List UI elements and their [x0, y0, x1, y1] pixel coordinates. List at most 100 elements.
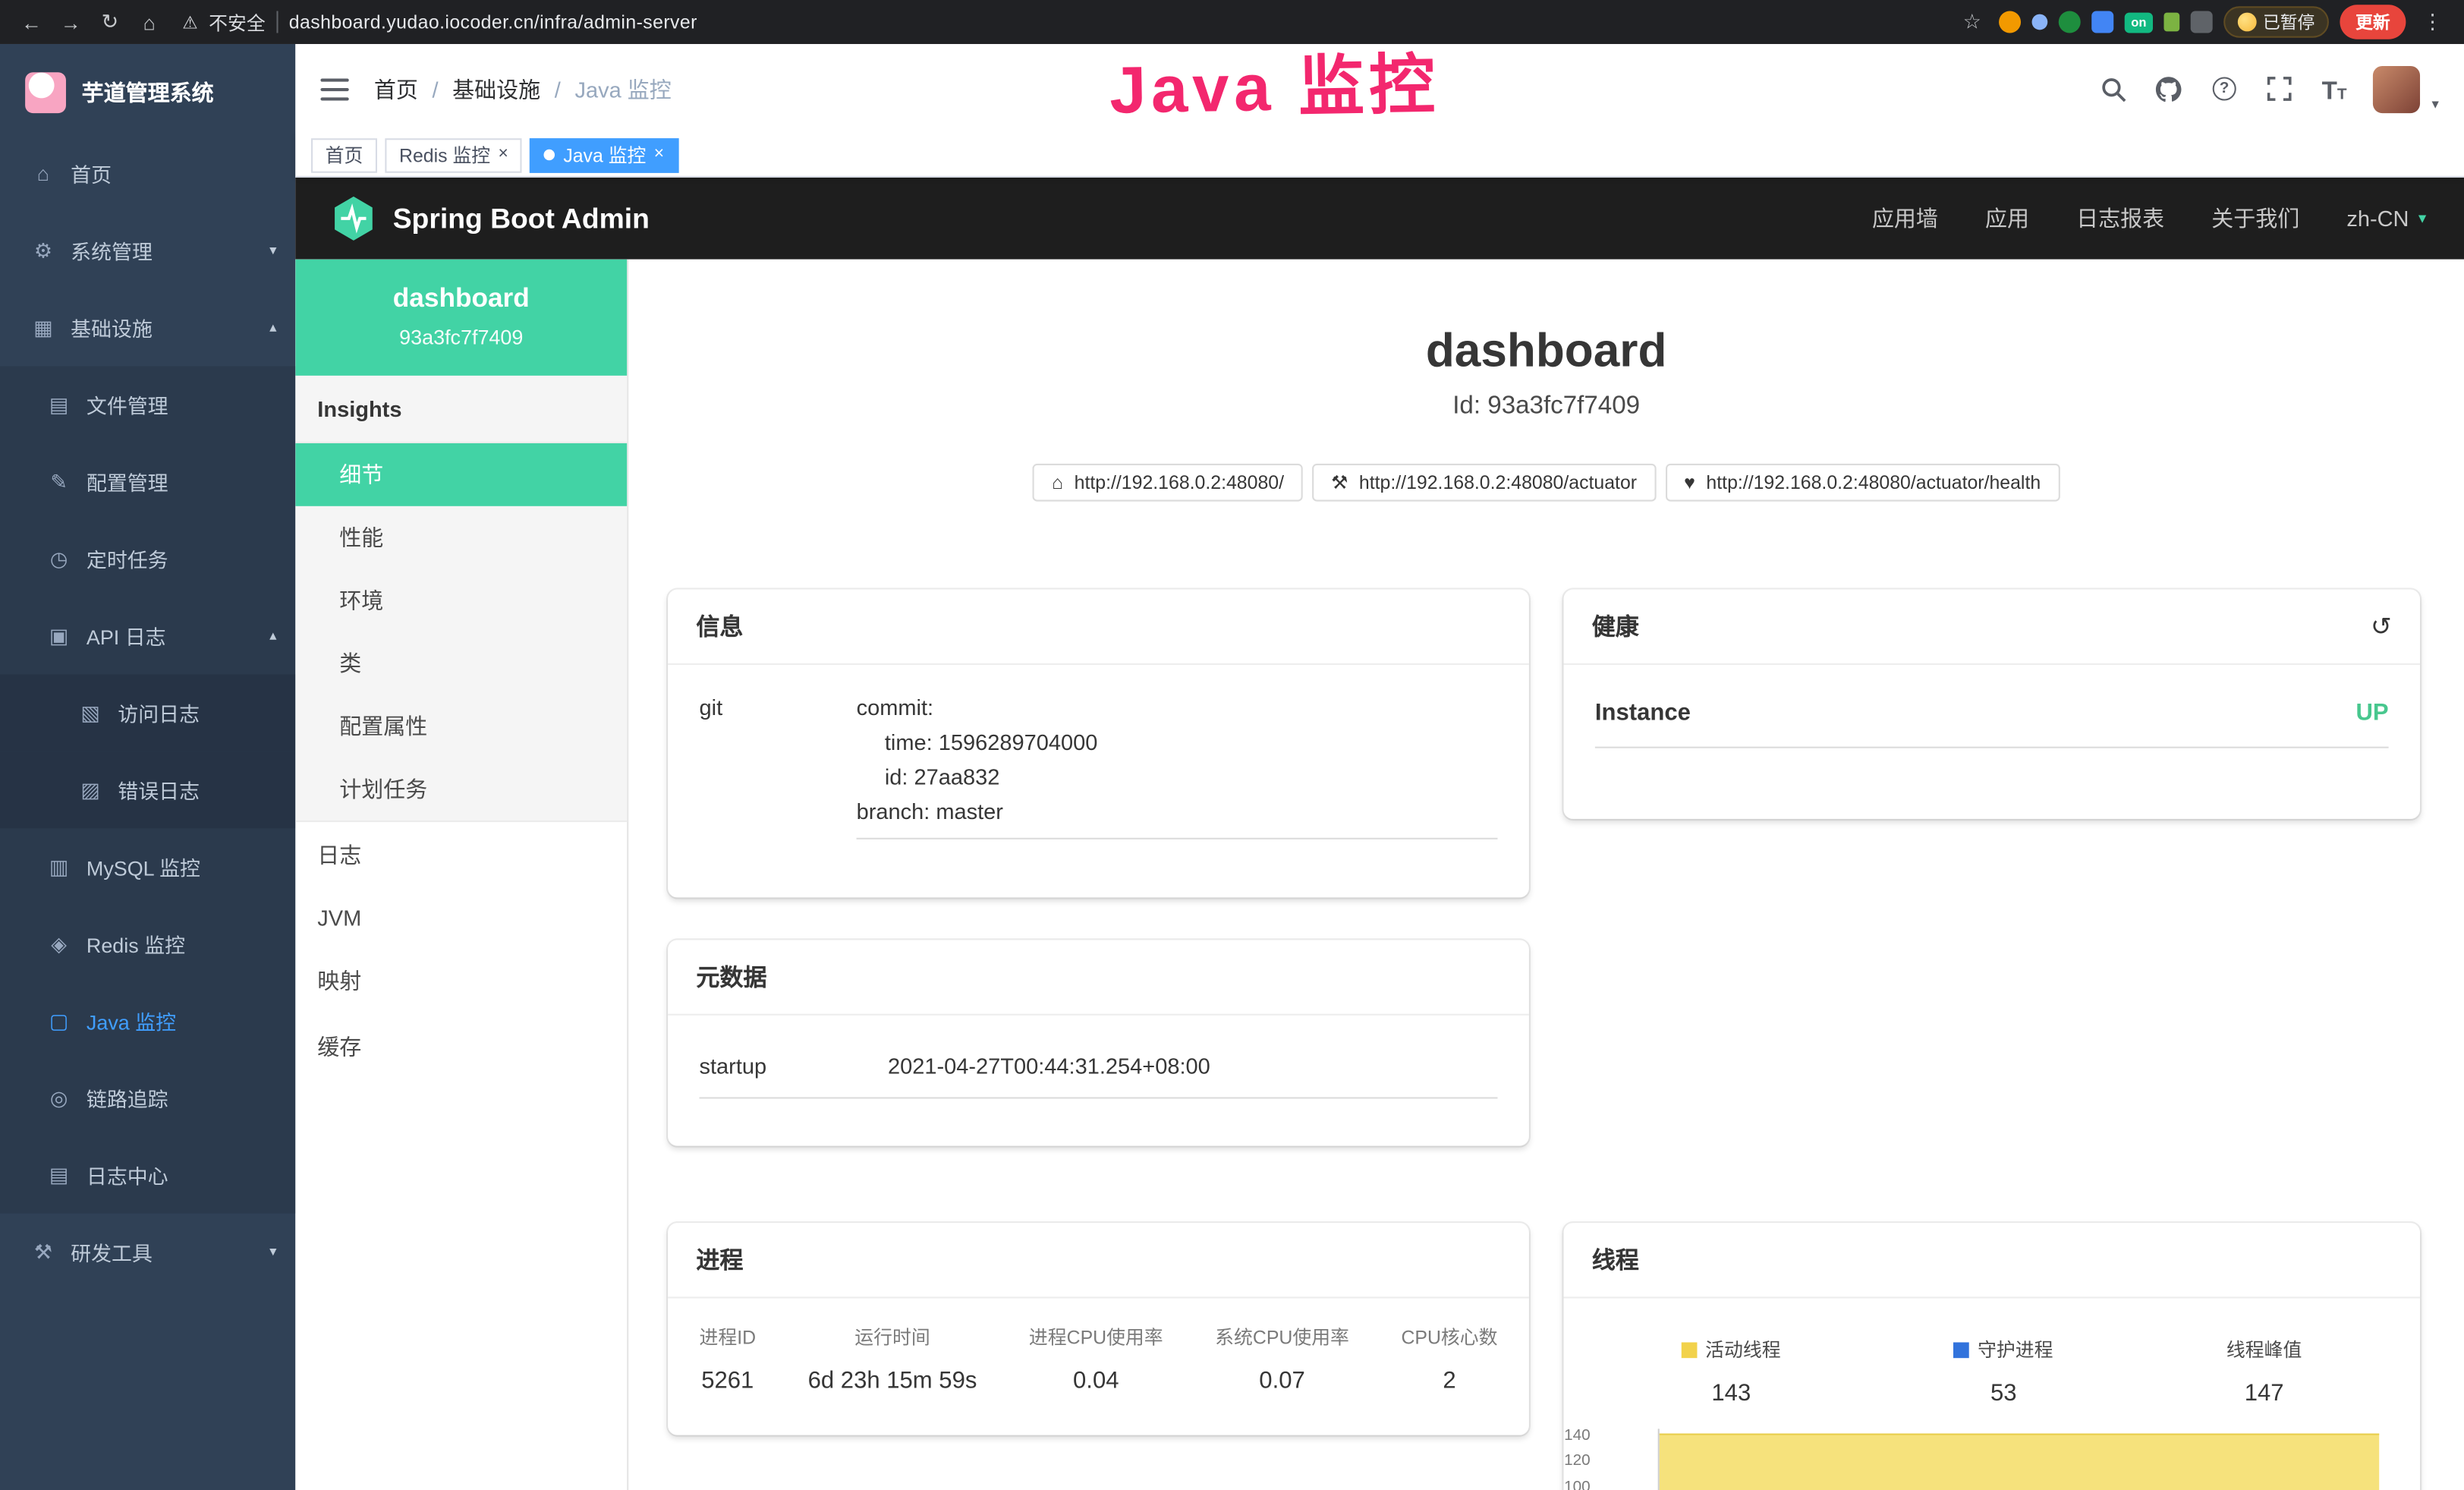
sba-item-jvm[interactable]: JVM	[295, 888, 627, 948]
sidebar-item-system-admin[interactable]: ⚙ 系统管理 ▾	[0, 213, 295, 289]
sidebar-item-label: 研发工具	[71, 1237, 153, 1267]
tag-label: 首页	[326, 141, 363, 168]
tag-label: Redis 监控	[399, 141, 490, 168]
not-secure-label: 不安全	[209, 8, 266, 35]
close-icon[interactable]: ×	[499, 146, 508, 164]
sba-item-details[interactable]: 细节	[295, 443, 627, 506]
home-icon: ⌂	[31, 162, 55, 185]
tag-java-monitor[interactable]: Java 监控 ×	[530, 137, 678, 172]
startup-row: startup 2021-04-27T00:44:31.254+08:00	[700, 1041, 1498, 1099]
paused-badge[interactable]: 已暂停	[2223, 6, 2329, 37]
sba-brand[interactable]: Spring Boot Admin	[333, 197, 650, 241]
sba-main: dashboard Id: 93a3fc7f7409 ⌂ http://192.…	[628, 260, 2464, 1490]
avatar[interactable]	[2374, 65, 2421, 112]
refresh-icon[interactable]: ↻	[94, 9, 125, 34]
font-size-icon[interactable]: TT	[2318, 73, 2349, 104]
link-root-url[interactable]: ⌂ http://192.168.0.2:48080/	[1033, 464, 1303, 502]
trace-icon: ◎	[47, 1085, 71, 1110]
sidebar-item-api-log[interactable]: ▣ API 日志 ▴	[0, 597, 295, 674]
link-actuator-url[interactable]: ⚒ http://192.168.0.2:48080/actuator	[1312, 464, 1656, 502]
threads-card: 线程 活动线程 143 守护进程	[1563, 1223, 2420, 1490]
search-icon[interactable]	[2098, 73, 2129, 104]
github-icon[interactable]	[2154, 73, 2185, 104]
sidebar-item-infrastructure[interactable]: ▦ 基础设施 ▴	[0, 289, 295, 366]
tag-redis-monitor[interactable]: Redis 监控 ×	[385, 137, 522, 172]
health-instance-row[interactable]: Instance UP	[1595, 690, 2389, 748]
browser-menu-icon[interactable]: ⋮	[2417, 9, 2448, 34]
infrastructure-icon: ▦	[31, 315, 55, 340]
close-icon[interactable]: ×	[654, 146, 664, 164]
sidebar-item-home[interactable]: ⌂ 首页	[0, 135, 295, 212]
sidebar-item-file-manage[interactable]: ▤ 文件管理	[0, 366, 295, 443]
sba-item-logs[interactable]: 日志	[295, 822, 627, 888]
page-subtitle: Id: 93a3fc7f7409	[628, 393, 2464, 421]
extension-puzzle-icon[interactable]	[2191, 11, 2213, 33]
sidebar-item-trace[interactable]: ◎ 链路追踪	[0, 1060, 295, 1136]
help-icon[interactable]: ?	[2208, 73, 2239, 104]
sidebar-item-label: 基础设施	[71, 313, 153, 342]
browser-chrome: ← → ↻ ⌂ ⚠ 不安全 dashboard.yudao.iocoder.cn…	[0, 0, 2464, 44]
sba-item-classes[interactable]: 类	[295, 632, 627, 695]
bookmark-star-icon[interactable]: ☆	[1956, 9, 1987, 34]
sba-item-performance[interactable]: 性能	[295, 506, 627, 569]
history-icon[interactable]: ↺	[2371, 611, 2392, 642]
breadcrumb-infra[interactable]: 基础设施	[452, 73, 540, 104]
sidebar-item-redis-monitor[interactable]: ◈ Redis 监控	[0, 906, 295, 982]
process-metric: CPU核心数 2	[1401, 1324, 1497, 1394]
extension-on-badge[interactable]: on	[2125, 12, 2153, 33]
sidebar-item-label: 链路追踪	[87, 1083, 168, 1113]
extension-icon[interactable]	[2163, 13, 2179, 32]
sidebar-item-label: MySQL 监控	[87, 852, 200, 881]
hamburger-icon[interactable]	[320, 78, 348, 100]
sidebar-item-error-log[interactable]: ▨ 错误日志	[0, 751, 295, 828]
url-separator	[276, 11, 278, 33]
extension-icon[interactable]	[2032, 14, 2048, 30]
sidebar-item-label: 配置管理	[87, 467, 168, 496]
log-center-icon: ▤	[47, 1162, 71, 1187]
back-icon[interactable]: ←	[16, 10, 47, 33]
nav-journal[interactable]: 日志报表	[2076, 203, 2164, 234]
sba-item-caches[interactable]: 缓存	[295, 1014, 627, 1080]
locale-selector[interactable]: zh-CN ▾	[2346, 206, 2426, 231]
browser-toolbar-right: ☆ on 已暂停 更新 ⋮	[1956, 5, 2448, 39]
access-log-icon: ▧	[79, 701, 102, 726]
sba-item-environment[interactable]: 环境	[295, 569, 627, 632]
info-card: 信息 git commit: time: 1596289704000 id: 2…	[668, 590, 1529, 898]
browser-home-icon[interactable]: ⌂	[134, 10, 165, 33]
chevron-up-icon: ▴	[269, 627, 276, 644]
sidebar-item-dev-tools[interactable]: ⚒ 研发工具 ▾	[0, 1214, 295, 1290]
forward-icon[interactable]: →	[55, 10, 86, 33]
info-card-title: 信息	[668, 590, 1529, 665]
threads-legend: 活动线程 143 守护进程 53 线程峰值	[1595, 1336, 2389, 1407]
nav-wallboard[interactable]: 应用墙	[1872, 203, 1938, 234]
sidebar-item-log-center[interactable]: ▤ 日志中心	[0, 1136, 295, 1213]
extension-icon[interactable]	[2091, 11, 2113, 33]
sba-item-scheduled-tasks[interactable]: 计划任务	[295, 758, 627, 821]
link-health-url[interactable]: ♥ http://192.168.0.2:48080/actuator/heal…	[1665, 464, 2060, 502]
address-bar[interactable]: ⚠ 不安全 dashboard.yudao.iocoder.cn/infra/a…	[182, 8, 1949, 35]
breadcrumb-home[interactable]: 首页	[374, 73, 418, 104]
sba-item-mappings[interactable]: 映射	[295, 948, 627, 1014]
sidebar-item-access-log[interactable]: ▧ 访问日志	[0, 674, 295, 751]
avatar-caret-icon[interactable]: ▾	[2431, 95, 2438, 112]
tag-home[interactable]: 首页	[311, 137, 377, 172]
y-axis-tick: 140	[1544, 1429, 1591, 1444]
sba-item-config-props[interactable]: 配置属性	[295, 695, 627, 758]
extension-icon[interactable]	[2059, 11, 2081, 33]
nav-about[interactable]: 关于我们	[2211, 203, 2299, 234]
instance-header[interactable]: dashboard 93a3fc7f7409	[295, 260, 627, 376]
extension-icon[interactable]	[1999, 11, 2021, 33]
browser-update-button[interactable]: 更新	[2340, 5, 2406, 39]
fullscreen-icon[interactable]	[2264, 73, 2295, 104]
sidebar-item-config-manage[interactable]: ✎ 配置管理	[0, 443, 295, 520]
y-axis-tick: 120	[1544, 1454, 1591, 1470]
nav-applications[interactable]: 应用	[1985, 203, 2029, 234]
sidebar-item-scheduled-job[interactable]: ◷ 定时任务	[0, 520, 295, 597]
sidebar-item-mysql-monitor[interactable]: ▥ MySQL 监控	[0, 828, 295, 905]
info-key: git	[700, 690, 857, 840]
app-logo[interactable]: 芋道管理系统	[0, 44, 295, 135]
sba-sidebar-items: 日志 JVM 映射 缓存	[295, 822, 627, 1080]
sidebar-item-java-monitor[interactable]: ▢ Java 监控	[0, 982, 295, 1059]
breadcrumb-separator: /	[432, 76, 438, 101]
emoji-icon	[2238, 13, 2257, 32]
